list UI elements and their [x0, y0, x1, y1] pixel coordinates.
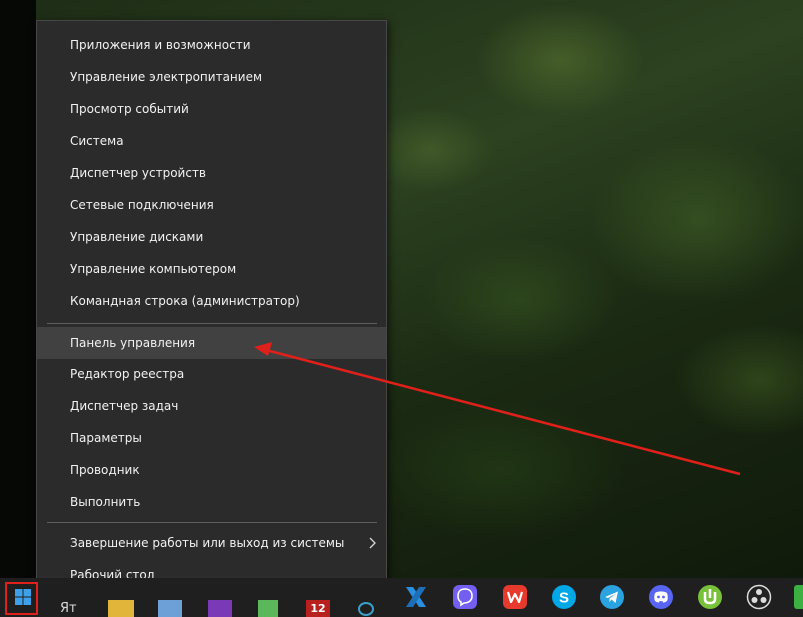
- taskbar-app-viber[interactable]: [451, 583, 479, 611]
- menu-item-disk-management[interactable]: Управление дисками: [37, 221, 386, 253]
- telegram-icon: [600, 585, 624, 609]
- wps-office-icon: [503, 585, 527, 609]
- taskbar-app-wps[interactable]: [501, 583, 529, 611]
- menu-item-event-viewer[interactable]: Просмотр событий: [37, 93, 386, 125]
- menu-item-computer-management[interactable]: Управление компьютером: [37, 253, 386, 285]
- app-icon-partial[interactable]: [358, 602, 374, 616]
- x-app-icon: [406, 587, 426, 607]
- skype-icon: S: [552, 585, 576, 609]
- menu-item-task-manager[interactable]: Диспетчер задач: [37, 390, 386, 422]
- menu-item-file-explorer[interactable]: Проводник: [37, 454, 386, 486]
- chevron-right-icon: [369, 537, 376, 549]
- start-button-highlight: [5, 582, 38, 615]
- menu-item-command-prompt-admin[interactable]: Командная строка (администратор): [37, 285, 386, 317]
- taskbar-app-obs[interactable]: [745, 583, 773, 611]
- app-icon-partial[interactable]: [108, 600, 134, 617]
- taskbar-app-green[interactable]: [792, 583, 803, 611]
- viber-icon: [453, 585, 477, 609]
- taskbar-app-utorrent[interactable]: [696, 583, 724, 611]
- app-icon-partial[interactable]: [258, 600, 278, 617]
- menu-item-label: Завершение работы или выход из системы: [70, 536, 345, 550]
- svg-text:S: S: [559, 590, 569, 607]
- taskbar-app-telegram[interactable]: [598, 583, 626, 611]
- search-text-partial[interactable]: Ят: [60, 600, 77, 617]
- menu-separator: [47, 522, 377, 523]
- menu-item-shutdown-signout[interactable]: Завершение работы или выход из системы: [37, 527, 386, 559]
- menu-item-settings[interactable]: Параметры: [37, 422, 386, 454]
- menu-item-system[interactable]: Система: [37, 125, 386, 157]
- menu-item-network-connections[interactable]: Сетевые подключения: [37, 189, 386, 221]
- utorrent-icon: [698, 585, 722, 609]
- taskbar: Ят 12 S: [0, 578, 803, 617]
- taskbar-app-skype[interactable]: S: [550, 583, 578, 611]
- green-app-icon: [794, 585, 803, 609]
- winx-context-menu: Приложения и возможности Управление элек…: [36, 20, 387, 599]
- app-icon-partial[interactable]: 12: [306, 600, 330, 617]
- desktop-edge: [0, 0, 36, 578]
- menu-item-device-manager[interactable]: Диспетчер устройств: [37, 157, 386, 189]
- taskbar-app-discord[interactable]: [647, 583, 675, 611]
- menu-item-run[interactable]: Выполнить: [37, 486, 386, 518]
- discord-icon: [649, 585, 673, 609]
- menu-separator: [47, 323, 377, 324]
- menu-item-control-panel[interactable]: Панель управления: [37, 327, 386, 359]
- obs-icon: [746, 584, 772, 610]
- app-icon-partial[interactable]: [208, 600, 232, 617]
- taskbar-app-x[interactable]: [402, 583, 430, 611]
- menu-item-apps-features[interactable]: Приложения и возможности: [37, 29, 386, 61]
- menu-item-registry-editor[interactable]: Редактор реестра: [37, 358, 386, 390]
- app-icon-partial[interactable]: [158, 600, 182, 617]
- menu-item-power-options[interactable]: Управление электропитанием: [37, 61, 386, 93]
